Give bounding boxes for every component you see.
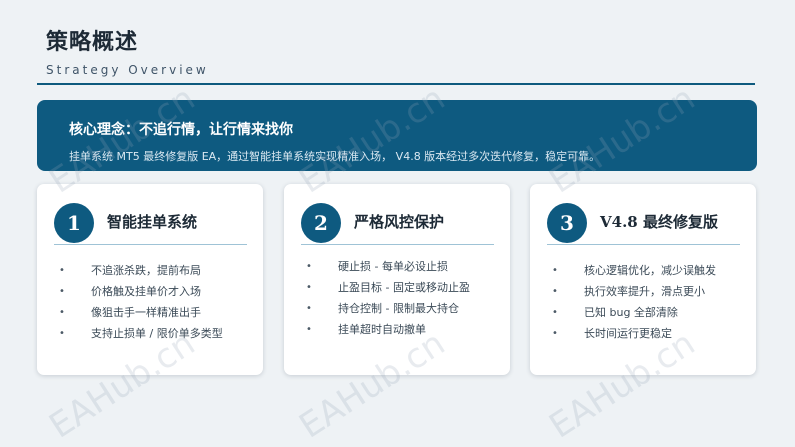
list-item-text: 不追涨杀跌，提前布局 xyxy=(91,264,201,277)
list-item-text: 支持止损单 / 限价单多类型 xyxy=(91,327,223,340)
card-divider xyxy=(547,244,740,245)
list-item: • 挂单超时自动撤单 xyxy=(301,321,496,338)
card-number-badge: 2 xyxy=(301,203,341,243)
list-item: • 执行效率提升，滑点更小 xyxy=(547,283,742,300)
bullet-icon: • xyxy=(306,324,312,335)
list-item-text: 执行效率提升，滑点更小 xyxy=(584,285,705,298)
bullet-icon: • xyxy=(59,265,65,276)
bullet-icon: • xyxy=(306,303,312,314)
bullet-icon: • xyxy=(306,282,312,293)
list-item: • 持仓控制 - 限制最大持仓 xyxy=(301,300,496,317)
bullet-icon: • xyxy=(552,328,558,339)
banner-description: 挂单系统 MT5 最终修复版 EA，通过智能挂单系统实现精准入场， V4.8 版… xyxy=(69,150,601,163)
card-title: V4.8 最终修复版 xyxy=(600,213,718,231)
card-divider xyxy=(54,244,247,245)
list-item: • 硬止损 - 每单必设止损 xyxy=(301,258,496,275)
list-item-text: 长时间运行更稳定 xyxy=(584,327,672,340)
card-feature-list: • 硬止损 - 每单必设止损 • 止盈目标 - 固定或移动止盈 • 持仓控制 - 限制… xyxy=(301,258,496,342)
card-number-badge: 1 xyxy=(54,203,94,243)
list-item: • 核心逻辑优化，减少误触发 xyxy=(547,262,742,279)
card-number-badge: 3 xyxy=(547,203,587,243)
bullet-icon: • xyxy=(306,261,312,272)
card-title: 智能挂单系统 xyxy=(107,213,198,231)
bullet-icon: • xyxy=(552,286,558,297)
list-item: • 不追涨杀跌，提前布局 xyxy=(54,262,249,279)
feature-card-risk-control: 2 严格风控保护 • 硬止损 - 每单必设止损 • 止盈目标 - 固定或移动止盈 •… xyxy=(284,184,510,375)
list-item: • 止盈目标 - 固定或移动止盈 xyxy=(301,279,496,296)
feature-card-v48-release: 3 V4.8 最终修复版 • 核心逻辑优化，减少误触发 • 执行效率提升，滑点更小 … xyxy=(530,184,756,375)
bullet-icon: • xyxy=(552,307,558,318)
list-item-text: 像狙击手一样精准出手 xyxy=(91,306,201,319)
list-item: • 像狙击手一样精准出手 xyxy=(54,304,249,321)
list-item-text: 核心逻辑优化，减少误触发 xyxy=(584,264,716,277)
header-divider xyxy=(37,83,755,85)
core-concept-banner: 核心理念：不追行情，让行情来找你 挂单系统 MT5 最终修复版 EA，通过智能挂… xyxy=(37,100,757,171)
feature-card-pending-orders: 1 智能挂单系统 • 不追涨杀跌，提前布局 • 价格触及挂单价才入场 • 像狙击手一样… xyxy=(37,184,263,375)
page-subtitle: Strategy Overview xyxy=(46,63,209,77)
bullet-icon: • xyxy=(59,328,65,339)
list-item-text: 持仓控制 - 限制最大持仓 xyxy=(338,302,459,315)
banner-title: 核心理念：不追行情，让行情来找你 xyxy=(69,122,293,138)
card-feature-list: • 核心逻辑优化，减少误触发 • 执行效率提升，滑点更小 • 已知 bug 全部清除 … xyxy=(547,262,742,346)
bullet-icon: • xyxy=(552,265,558,276)
list-item: • 长时间运行更稳定 xyxy=(547,325,742,342)
list-item: • 支持止损单 / 限价单多类型 xyxy=(54,325,249,342)
bullet-icon: • xyxy=(59,286,65,297)
bullet-icon: • xyxy=(59,307,65,318)
list-item: • 价格触及挂单价才入场 xyxy=(54,283,249,300)
page-title: 策略概述 xyxy=(46,29,139,55)
list-item-text: 价格触及挂单价才入场 xyxy=(91,285,201,298)
list-item-text: 止盈目标 - 固定或移动止盈 xyxy=(338,281,470,294)
card-divider xyxy=(301,244,494,245)
card-title: 严格风控保护 xyxy=(354,213,445,231)
list-item-text: 已知 bug 全部清除 xyxy=(584,306,678,319)
list-item: • 已知 bug 全部清除 xyxy=(547,304,742,321)
card-feature-list: • 不追涨杀跌，提前布局 • 价格触及挂单价才入场 • 像狙击手一样精准出手 • 支持止… xyxy=(54,262,249,346)
list-item-text: 挂单超时自动撤单 xyxy=(338,323,426,336)
list-item-text: 硬止损 - 每单必设止损 xyxy=(338,260,448,273)
